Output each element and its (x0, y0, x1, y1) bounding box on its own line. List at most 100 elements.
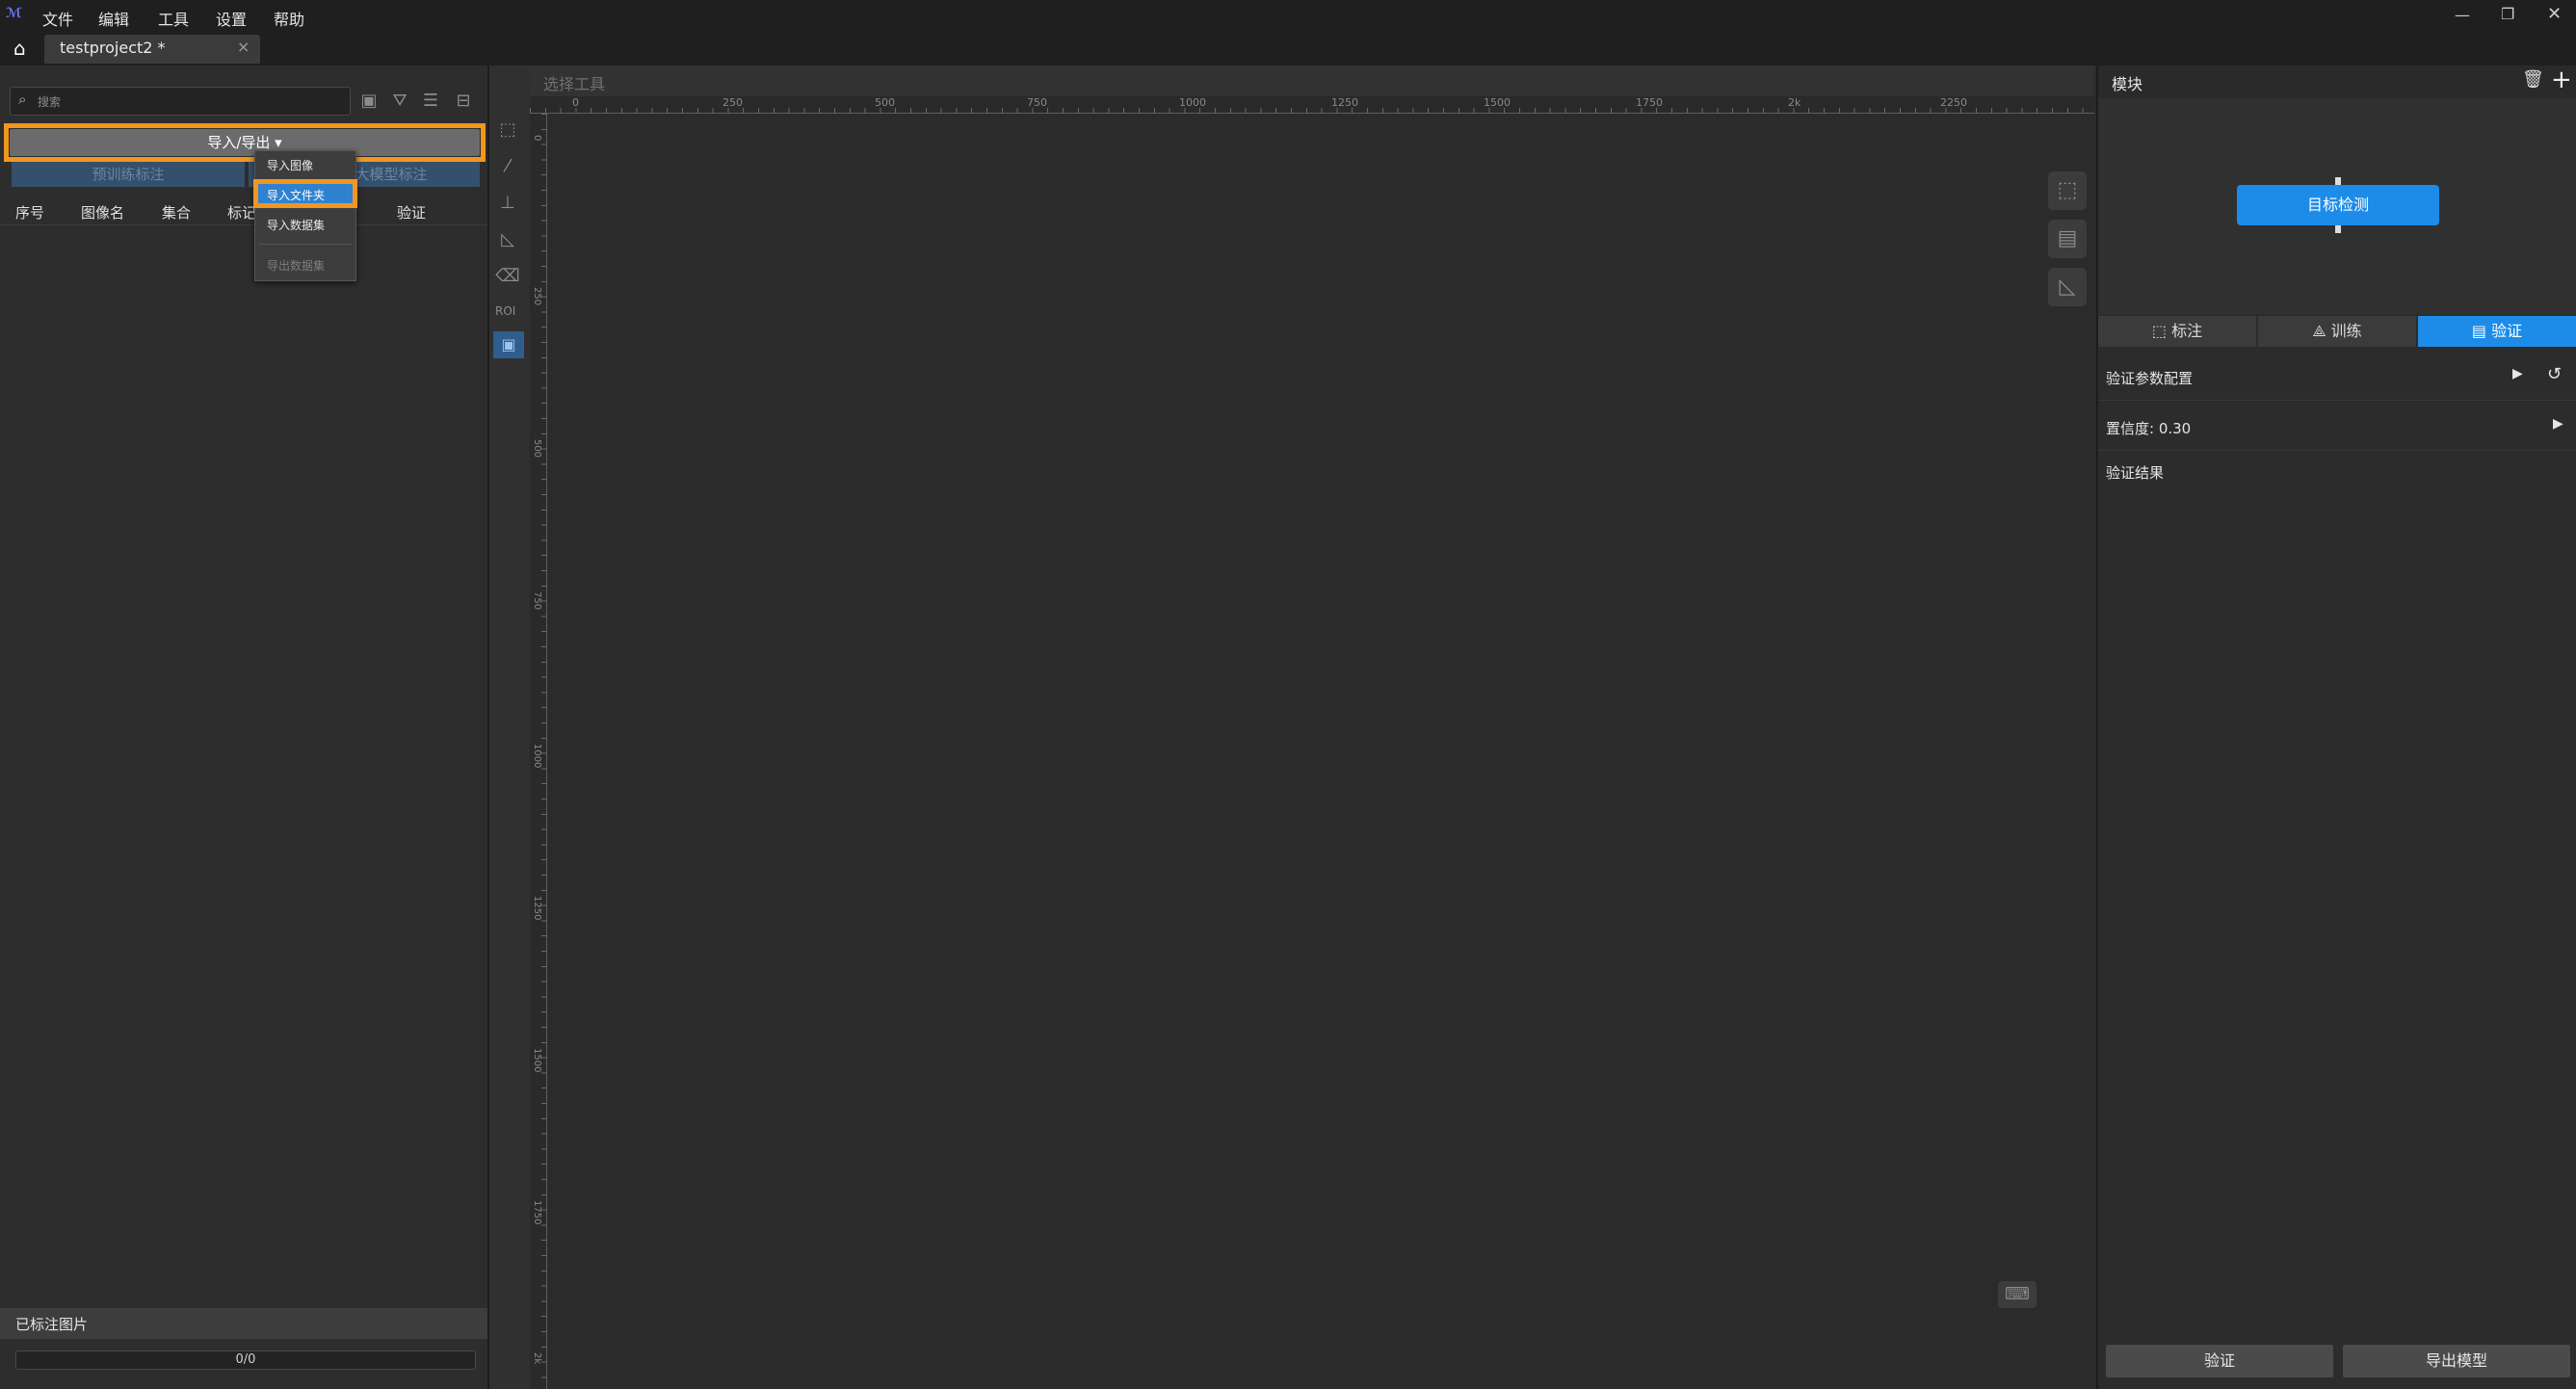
close-window-icon[interactable]: ✕ (2547, 4, 2562, 24)
title-bar (0, 0, 2576, 33)
menu-edit[interactable]: 编辑 (98, 7, 129, 30)
export-model-button[interactable]: 导出模型 (2343, 1345, 2570, 1377)
vruler-tick-label: 1000 (532, 744, 542, 769)
ruler-tick-label: 1250 (1331, 96, 1358, 109)
menu-import-image[interactable]: 导入图像 (267, 157, 313, 173)
vruler-tick-label: 0 (532, 135, 542, 142)
image-filter-icon[interactable]: ▣ (356, 89, 381, 114)
canvas-header: 选择工具 (530, 66, 2094, 96)
annotate-tab-icon: ⬚ (2151, 322, 2172, 340)
annotation-progress-bar: 0/0 (15, 1350, 476, 1370)
horizontal-ruler: 0 250 500 750 1000 1250 1500 1750 2k 225… (530, 96, 2094, 114)
validation-params-label: 验证参数配置 (2106, 370, 2194, 387)
vruler-tick-label: 250 (532, 287, 542, 306)
col-label[interactable]: 标记 (227, 202, 256, 223)
vruler-tick-label: 2k (532, 1352, 542, 1365)
module-header: 模块 🗑 + (2098, 66, 2576, 98)
magic-wand-icon[interactable]: ⁄ (495, 154, 520, 179)
roi-tool-icon[interactable]: ROI (495, 304, 515, 318)
col-validate[interactable]: 验证 (397, 202, 426, 223)
pretrain-annotate-button[interactable]: 预训练标注 (12, 162, 245, 187)
col-image-name[interactable]: 图像名 (81, 202, 124, 223)
ruler-tick-label: 1000 (1179, 96, 1206, 109)
node-port-top (2335, 177, 2341, 185)
validation-result-label: 验证结果 (2106, 464, 2165, 482)
confidence-row[interactable]: 置信度: 0.30 ▶ (2098, 403, 2576, 451)
ruler-tick-label: 1500 (1484, 96, 1511, 109)
fit-view-icon[interactable]: ⬚ (2048, 171, 2087, 210)
history-icon[interactable]: ↺ (2547, 364, 2562, 384)
object-detection-node[interactable]: 目标检测 (2237, 185, 2439, 225)
ruler-tick-label: 500 (875, 96, 895, 109)
tab-annotate[interactable]: ⬚ 标注 (2098, 316, 2256, 347)
menu-import-dataset[interactable]: 导入数据集 (267, 217, 325, 233)
list-view-icon[interactable]: ☰ (418, 89, 443, 114)
eraser-tool-icon[interactable]: ⌫ (495, 264, 520, 289)
trash-icon[interactable]: 🗑 (2522, 69, 2544, 90)
ruler-tick-label: 750 (1027, 96, 1047, 109)
ruler-tick-label: 0 (572, 96, 579, 109)
vruler-tick-label: 1500 (532, 1048, 542, 1073)
validate-button[interactable]: 验证 (2106, 1345, 2333, 1377)
tab-validate[interactable]: ▤ 验证 (2418, 316, 2576, 347)
filter-icon[interactable]: ⛛ (387, 89, 412, 114)
vruler-tick-label: 1750 (532, 1200, 542, 1225)
search-icon: ⌕ (18, 91, 27, 108)
ruler-tick-label: 2250 (1940, 96, 1967, 109)
delete-images-icon[interactable]: ⊟ (451, 89, 476, 114)
node-port-bottom (2335, 225, 2341, 233)
image-list-panel (0, 66, 489, 1389)
menu-export-dataset[interactable]: 导出数据集 (267, 257, 325, 274)
expand-arrow-icon: ▶ (2553, 416, 2563, 432)
ruler-tick-label: 250 (723, 96, 743, 109)
restore-icon[interactable]: ❐ (2501, 5, 2514, 23)
project-tab-title: testproject2 * (60, 39, 166, 57)
project-tab[interactable]: testproject2 * × (44, 35, 260, 64)
dropdown-divider (259, 244, 352, 245)
minimize-icon[interactable]: — (2455, 6, 2470, 24)
vertical-ruler: 0 250 500 750 1000 1250 1500 1750 2k (530, 114, 547, 1389)
search-input[interactable]: ⌕ 搜索 (10, 87, 351, 116)
tab-train-label: 训练 (2330, 322, 2362, 340)
annotated-images-bar: 已标注图片 (0, 1308, 487, 1339)
vruler-tick-label: 500 (532, 439, 542, 459)
import-export-button[interactable]: 导入/导出 ▾ (10, 129, 480, 156)
vruler-tick-label: 1250 (532, 896, 542, 921)
confidence-label: 置信度: 0.30 (2106, 420, 2192, 437)
tab-train[interactable]: ⟁ 训练 (2258, 316, 2416, 347)
keyboard-icon[interactable]: ⌨ (1998, 1281, 2037, 1308)
ruler-tick-label: 1750 (1636, 96, 1663, 109)
expand-arrow-icon: ▶ (2512, 366, 2523, 381)
col-set[interactable]: 集合 (162, 202, 191, 223)
tab-validate-label: 验证 (2491, 322, 2523, 340)
validate-tab-icon: ▤ (2471, 322, 2492, 340)
select-tool-icon[interactable]: ▣ (493, 331, 524, 358)
image-canvas[interactable] (547, 114, 2094, 1389)
menu-import-folder[interactable]: 导入文件夹 (267, 187, 325, 203)
module-title: 模块 (2112, 75, 2143, 93)
ruler-tick-label: 2k (1788, 96, 1801, 109)
polygon-tool-icon[interactable]: ◺ (495, 227, 520, 252)
add-icon[interactable]: + (2551, 66, 2572, 94)
search-placeholder: 搜索 (38, 95, 62, 109)
validation-result-row: 验证结果 (2098, 449, 2576, 497)
import-export-dropdown: 导入图像 导入文件夹 导入数据集 导出数据集 (253, 150, 357, 281)
col-index[interactable]: 序号 (15, 202, 44, 223)
pretrain-annotate-label: 预训练标注 (92, 166, 165, 183)
measure-icon[interactable]: ◺ (2048, 268, 2087, 306)
menu-help[interactable]: 帮助 (274, 7, 304, 30)
llm-annotate-label: 大模型标注 (355, 166, 428, 183)
close-tab-icon[interactable]: × (237, 38, 250, 56)
menu-tools[interactable]: 工具 (158, 7, 189, 30)
validation-params-row[interactable]: 验证参数配置 ▶ ↺ (2098, 353, 2576, 401)
menu-settings[interactable]: 设置 (216, 7, 247, 30)
tab-annotate-label: 标注 (2171, 322, 2203, 340)
annotation-list-icon[interactable]: ▤ (2048, 220, 2087, 258)
train-tab-icon: ⟁ (2312, 322, 2331, 340)
app-logo: ℳ (6, 6, 22, 21)
stamp-tool-icon[interactable]: ⊥ (495, 191, 520, 216)
menu-file[interactable]: 文件 (42, 7, 73, 30)
rectangle-tool-icon[interactable]: ⬚ (495, 118, 520, 143)
home-icon[interactable]: ⌂ (13, 37, 26, 60)
tab-bar (0, 33, 2576, 66)
